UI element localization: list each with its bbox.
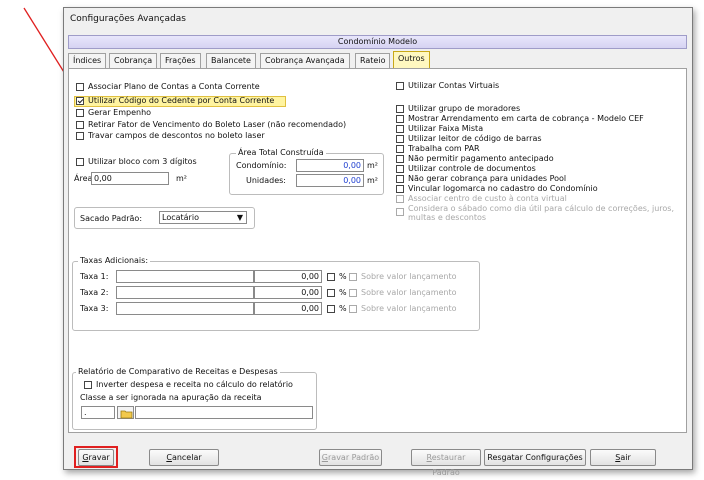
taxa1-pct-checkbox[interactable]	[327, 273, 335, 281]
right-option-label: Não gerar cobrança para unidades Pool	[408, 174, 567, 183]
chevron-down-icon: ▼	[236, 213, 243, 222]
retirar-fator-checkbox[interactable]	[76, 121, 84, 129]
bloco3-checkbox[interactable]	[76, 158, 84, 166]
gerar-empenho-label: Gerar Empenho	[88, 108, 152, 117]
right-option-label: Utilizar Contas Virtuais	[408, 81, 500, 90]
codigo-cedente-label: Utilizar Código do Cedente por Conta Cor…	[88, 96, 275, 105]
inverter-checkbox[interactable]	[84, 381, 92, 389]
tab-indices[interactable]: Índices	[68, 53, 107, 68]
taxa2-pct-label: %	[339, 288, 347, 297]
retirar-fator-label: Retirar Fator de Vencimento do Boleto La…	[88, 120, 347, 129]
taxa1-label: Taxa 1:	[80, 272, 109, 281]
right-option-checkbox[interactable]	[396, 145, 404, 153]
associar-plano-label: Associar Plano de Contas a Conta Corrent…	[88, 82, 260, 91]
right-option-checkbox[interactable]	[396, 155, 404, 163]
tab-cobranca[interactable]: Cobrança	[109, 53, 158, 68]
right-option-label: Vincular logomarca no cadastro do Condom…	[408, 184, 598, 193]
right-option-label: Associar centro de custo à conta virtual	[408, 194, 567, 203]
right-option-label-cont: multas e descontos	[408, 213, 487, 222]
taxa2-label: Taxa 2:	[80, 288, 109, 297]
tab-cobranca-avancada[interactable]: Cobrança Avançada	[260, 53, 350, 68]
right-option-label: Utilizar leitor de código de barras	[408, 134, 542, 143]
settings-dialog: Configurações Avançadas Condomínio Model…	[63, 7, 693, 477]
right-option-label: Não permitir pagamento antecipado	[408, 154, 554, 163]
taxa1-sobre-checkbox[interactable]	[349, 273, 357, 281]
travar-campos-checkbox[interactable]	[76, 132, 84, 140]
taxa3-label: Taxa 3:	[80, 304, 109, 313]
sair-button[interactable]: Sair	[590, 449, 656, 466]
taxa1-sobre-label: Sobre valor lançamento	[361, 272, 457, 281]
taxa3-description-input[interactable]	[116, 302, 254, 315]
right-option-checkbox[interactable]	[396, 195, 404, 203]
right-option-label: Utilizar Faixa Mista	[408, 124, 484, 133]
area-total-title: Área Total Construída	[236, 148, 326, 157]
bloco3-label: Utilizar bloco com 3 dígitos	[88, 157, 197, 166]
codigo-cedente-checkbox[interactable]	[76, 97, 84, 105]
right-option-label: Utilizar controle de documentos	[408, 164, 536, 173]
resgatar-configuracoes-button[interactable]: Resgatar Configurações	[484, 449, 586, 466]
taxa1-pct-label: %	[339, 272, 347, 281]
window-title: Configurações Avançadas	[70, 14, 186, 24]
right-option-checkbox[interactable]	[396, 105, 404, 113]
condominio-header: Condomínio Modelo	[68, 35, 687, 49]
taxa2-pct-checkbox[interactable]	[327, 289, 335, 297]
taxa3-pct-checkbox[interactable]	[327, 305, 335, 313]
condominio-area-unit: m²	[367, 161, 378, 170]
gravar-padrao-button[interactable]: Gravar Padrão	[319, 449, 382, 466]
tab-balancete[interactable]: Balancete	[206, 53, 256, 68]
right-option-label: Trabalha com PAR	[408, 144, 480, 153]
taxa3-value-input[interactable]: 0,00	[254, 302, 322, 315]
right-option-checkbox[interactable]	[396, 82, 404, 90]
right-option-checkbox[interactable]	[396, 125, 404, 133]
taxa3-sobre-label: Sobre valor lançamento	[361, 304, 457, 313]
taxa3-pct-label: %	[339, 304, 347, 313]
right-option-label: Considera o sábado como dia útil para cá…	[408, 204, 675, 213]
taxa3-sobre-checkbox[interactable]	[349, 305, 357, 313]
right-option-checkbox[interactable]	[396, 115, 404, 123]
sacado-value: Locatário	[162, 213, 199, 222]
classe-description-input[interactable]	[135, 406, 313, 419]
sacado-select[interactable]: Locatário ▼	[159, 211, 247, 224]
right-option-checkbox[interactable]	[396, 208, 404, 216]
annotation-highlight-box	[74, 446, 118, 468]
taxa2-description-input[interactable]	[116, 286, 254, 299]
folder-button[interactable]	[117, 406, 134, 419]
taxa2-value-input[interactable]: 0,00	[254, 286, 322, 299]
area-unit: m²	[176, 174, 187, 183]
area-input[interactable]: 0,00	[91, 172, 169, 185]
cancelar-button[interactable]: Cancelar	[149, 449, 219, 466]
gerar-empenho-checkbox[interactable]	[76, 109, 84, 117]
taxa1-value-input[interactable]: 0,00	[254, 270, 322, 283]
taxa2-sobre-checkbox[interactable]	[349, 289, 357, 297]
right-option-checkbox[interactable]	[396, 185, 404, 193]
classe-input[interactable]: .	[81, 406, 115, 419]
relatorio-title: Relatório de Comparativo de Receitas e D…	[76, 367, 280, 376]
right-option-checkbox[interactable]	[396, 135, 404, 143]
unidades-area-label: Unidades:	[246, 176, 286, 185]
folder-icon	[120, 410, 133, 419]
right-option-checkbox[interactable]	[396, 165, 404, 173]
inverter-label: Inverter despesa e receita no cálculo do…	[96, 380, 293, 389]
sacado-label: Sacado Padrão:	[80, 214, 143, 223]
right-option-label: Utilizar grupo de moradores	[408, 104, 521, 113]
restaurar-padrao-button[interactable]: Restaurar Padrão	[411, 449, 481, 477]
associar-plano-checkbox[interactable]	[76, 83, 84, 91]
classe-label: Classe a ser ignorada na apuração da rec…	[80, 393, 262, 402]
tab-rateio[interactable]: Rateio	[355, 53, 391, 68]
travar-campos-label: Travar campos de descontos no boleto las…	[88, 131, 265, 140]
condominio-area-input[interactable]: 0,00	[296, 159, 364, 172]
taxas-title: Taxas Adicionais:	[78, 256, 151, 265]
unidades-area-unit: m²	[367, 176, 378, 185]
right-option-checkbox[interactable]	[396, 175, 404, 183]
tab-fracoes[interactable]: Frações	[160, 53, 201, 68]
right-option-label: Mostrar Arrendamento em carta de cobranç…	[408, 114, 644, 123]
tab-outros[interactable]: Outros	[393, 51, 430, 68]
taxa2-sobre-label: Sobre valor lançamento	[361, 288, 457, 297]
unidades-area-input[interactable]: 0,00	[296, 174, 364, 187]
condominio-area-label: Condomínio:	[236, 161, 287, 170]
taxa1-description-input[interactable]	[116, 270, 254, 283]
